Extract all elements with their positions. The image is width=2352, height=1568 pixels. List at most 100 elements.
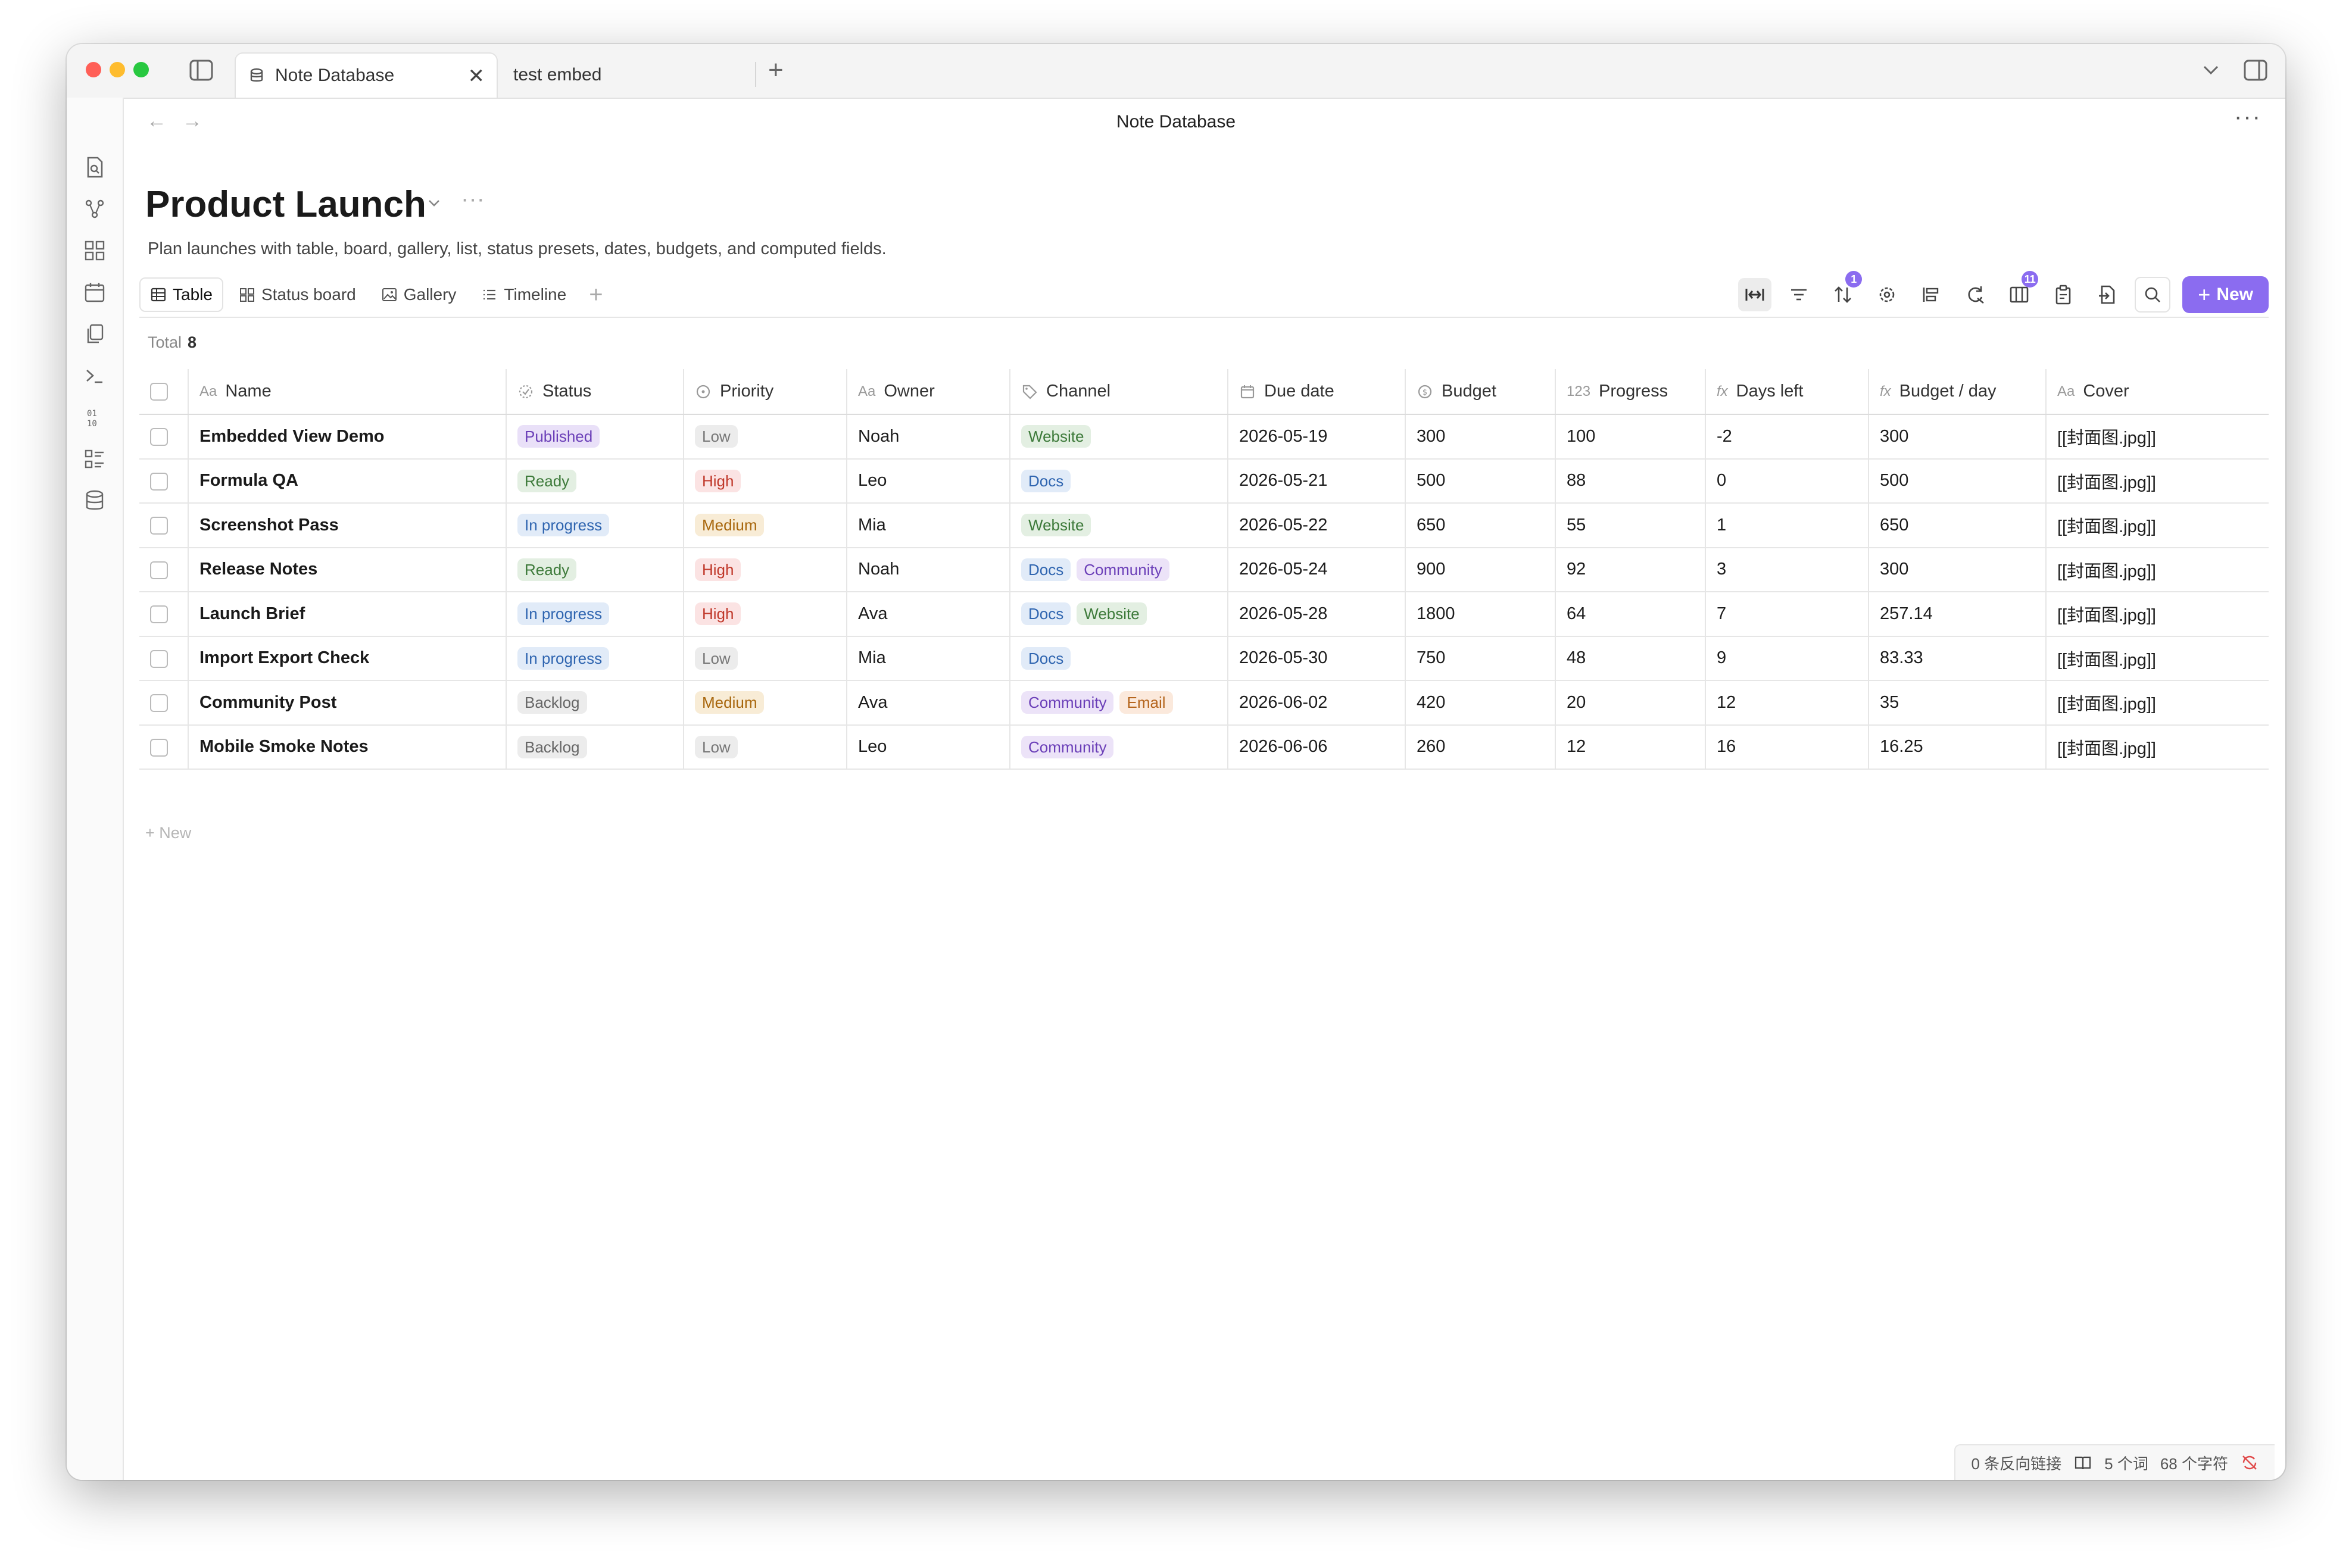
priority-pill[interactable]: Medium [695,514,765,537]
search-button[interactable] [2135,277,2171,313]
table-row[interactable]: Mobile Smoke Notes Backlog Low Leo Community… [139,724,2269,770]
status-cell[interactable]: In progress [506,503,684,548]
backlinks-count[interactable]: 0 条反向链接 [1971,1452,2061,1474]
settings-button[interactable] [1870,278,1904,311]
name-cell[interactable]: Screenshot Pass [188,503,507,548]
days-left-cell[interactable]: 16 [1705,724,1869,770]
due-date-cell[interactable]: 2026-05-19 [1228,414,1406,460]
progress-cell[interactable]: 88 [1555,458,1706,504]
columns-button[interactable]: 11 [2002,271,2039,311]
channel-pill[interactable]: Community [1021,735,1114,758]
export-button[interactable] [2091,278,2124,311]
select-all-checkbox[interactable] [150,383,168,401]
column-header-owner[interactable]: Aa Owner [847,369,1010,415]
column-header-progress[interactable]: 123 Progress [1555,369,1706,415]
name-cell[interactable]: Release Notes [188,547,507,592]
channel-cell[interactable]: Docs [1010,458,1228,504]
binary-icon[interactable]: 01 10 [83,406,106,429]
view-tab-gallery[interactable]: Gallery [372,279,466,311]
status-cell[interactable]: Ready [506,458,684,504]
name-cell[interactable]: Formula QA [188,458,507,504]
priority-pill[interactable]: Medium [695,691,765,714]
table-row[interactable]: Embedded View Demo Published Low Noah Websit… [139,414,2269,460]
row-select-cell[interactable] [139,592,189,637]
budget-cell[interactable]: 650 [1405,503,1556,548]
status-pill[interactable]: Ready [517,469,577,492]
filter-button[interactable] [1782,278,1816,311]
owner-cell[interactable]: Mia [847,503,1010,548]
budget-per-day-cell[interactable]: 300 [1869,414,2047,460]
row-select-cell[interactable] [139,547,189,592]
grid-icon[interactable] [83,239,106,262]
view-tab-timeline[interactable]: Timeline [472,279,576,311]
owner-cell[interactable]: Noah [847,547,1010,592]
status-pill[interactable]: In progress [517,646,610,670]
budget-cell[interactable]: 420 [1405,680,1556,726]
cover-cell[interactable]: [[封面图.jpg]] [2046,414,2269,460]
reading-mode-icon[interactable] [2073,1453,2092,1472]
row-select-cell[interactable] [139,680,189,726]
group-button[interactable] [1914,278,1948,311]
owner-cell[interactable]: Leo [847,458,1010,504]
priority-pill[interactable]: High [695,602,741,626]
terminal-icon[interactable] [83,364,106,387]
row-select-cell[interactable] [139,458,189,504]
cover-cell[interactable]: [[封面图.jpg]] [2046,503,2269,548]
budget-cell[interactable]: 500 [1405,458,1556,504]
budget-cell[interactable]: 300 [1405,414,1556,460]
status-cell[interactable]: Published [506,414,684,460]
channel-pill[interactable]: Email [1119,691,1173,714]
table-row[interactable]: Formula QA Ready High Leo Docs 2026-05-21 500 8… [139,458,2269,504]
progress-cell[interactable]: 64 [1555,592,1706,637]
priority-cell[interactable]: Medium [684,503,847,548]
name-cell[interactable]: Import Export Check [188,636,507,681]
chevron-down-icon[interactable] [2202,63,2220,77]
view-tab-status-board[interactable]: Status board [229,279,366,311]
name-cell[interactable]: Mobile Smoke Notes [188,724,507,770]
priority-pill[interactable]: Low [695,646,738,670]
progress-cell[interactable]: 92 [1555,547,1706,592]
status-pill[interactable]: Backlog [517,691,587,714]
priority-cell[interactable]: High [684,458,847,504]
table-row[interactable]: Release Notes Ready High Noah Docs Community 2… [139,547,2269,592]
budget-per-day-cell[interactable]: 83.33 [1869,636,2047,681]
status-pill[interactable]: Backlog [517,735,587,758]
channel-cell[interactable]: Community [1010,724,1228,770]
progress-cell[interactable]: 55 [1555,503,1706,548]
table-row[interactable]: Launch Brief In progress High Ava Docs Websit… [139,592,2269,637]
budget-per-day-cell[interactable]: 35 [1869,680,2047,726]
table-row[interactable]: Community Post Backlog Medium Ava Community E… [139,680,2269,726]
days-left-cell[interactable]: 0 [1705,458,1869,504]
owner-cell[interactable]: Ava [847,592,1010,637]
column-header-budget-day[interactable]: fx Budget / day [1869,369,2047,415]
budget-per-day-cell[interactable]: 16.25 [1869,724,2047,770]
close-window-button[interactable] [86,62,101,77]
priority-pill[interactable]: Low [695,425,738,448]
tab-test-embed[interactable]: test embed [507,52,769,98]
list-grid-icon[interactable] [83,448,106,470]
row-checkbox[interactable] [150,561,168,579]
channel-pill[interactable]: Community [1077,558,1169,581]
days-left-cell[interactable]: 9 [1705,636,1869,681]
cover-cell[interactable]: [[封面图.jpg]] [2046,547,2269,592]
budget-per-day-cell[interactable]: 257.14 [1869,592,2047,637]
due-date-cell[interactable]: 2026-05-30 [1228,636,1406,681]
cover-cell[interactable]: [[封面图.jpg]] [2046,636,2269,681]
column-header-channel[interactable]: Channel [1010,369,1228,415]
tab-note-database[interactable]: Note Database ✕ [235,52,498,98]
priority-cell[interactable]: High [684,547,847,592]
add-row-button[interactable]: + New [145,824,191,842]
channel-pill[interactable]: Docs [1021,646,1071,670]
column-header-priority[interactable]: Priority [684,369,847,415]
channel-pill[interactable]: Community [1021,691,1114,714]
row-checkbox[interactable] [150,738,168,757]
zoom-window-button[interactable] [133,62,149,77]
clipboard-button[interactable] [2047,278,2080,311]
status-cell[interactable]: In progress [506,592,684,637]
chevron-down-icon[interactable] [425,194,443,212]
status-pill[interactable]: In progress [517,514,610,537]
view-tab-table[interactable]: Table [139,277,223,312]
status-pill[interactable]: Ready [517,558,577,581]
column-header-budget[interactable]: $ Budget [1405,369,1556,415]
budget-per-day-cell[interactable]: 500 [1869,458,2047,504]
